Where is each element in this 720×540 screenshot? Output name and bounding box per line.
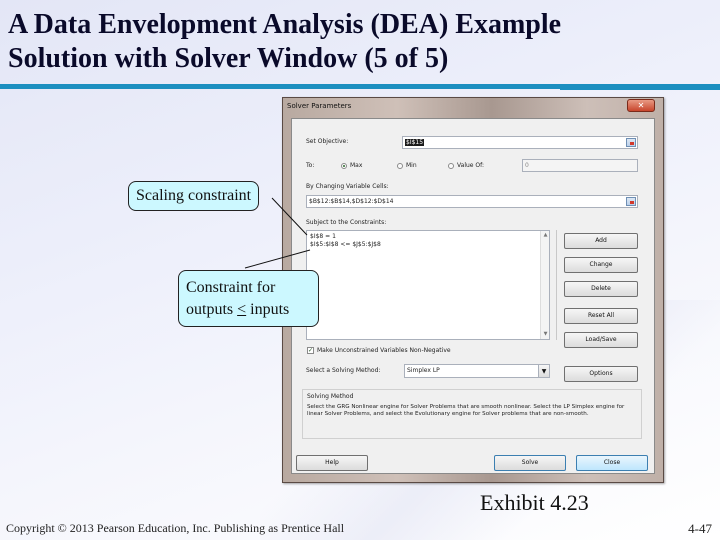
range-select-icon[interactable] xyxy=(626,138,636,147)
options-button[interactable]: Options xyxy=(564,366,638,382)
nonnegative-label: Make Unconstrained Variables Non-Negativ… xyxy=(317,347,451,354)
radio-min[interactable] xyxy=(397,163,403,169)
constraints-label: Subject to the Constraints: xyxy=(306,219,387,226)
outputs-callout-suffix: inputs xyxy=(246,301,290,318)
help-button[interactable]: Help xyxy=(296,455,368,471)
load-save-button[interactable]: Load/Save xyxy=(564,332,638,348)
solving-method-select[interactable]: Simplex LP ▼ xyxy=(404,364,550,378)
radio-value-of-label: Value Of: xyxy=(457,162,485,169)
set-objective-label: Set Objective: xyxy=(306,138,349,145)
copyright-notice: Copyright © 2013 Pearson Education, Inc.… xyxy=(6,521,345,535)
outputs-callout-line1: Constraint for xyxy=(186,279,276,296)
reset-all-button[interactable]: Reset All xyxy=(564,308,638,324)
solving-method-group-title: Solving Method xyxy=(307,393,354,400)
scaling-callout-text: Scaling constraint xyxy=(136,187,252,204)
title-divider-extension xyxy=(560,88,720,90)
page-number: 4-47 xyxy=(688,521,712,536)
solving-method-label: Select a Solving Method: xyxy=(306,367,381,374)
scaling-constraint-callout: Scaling constraint xyxy=(128,181,260,211)
slide-title-line2: Solution with Solver Window (5 of 5) xyxy=(8,43,449,74)
constraint-item[interactable]: $I$8 = 1 xyxy=(310,233,546,241)
changing-cells-input[interactable]: $B$12:$B$14,$D$12:$D$14 xyxy=(306,195,638,208)
to-label: To: xyxy=(306,162,315,169)
close-icon[interactable]: ✕ xyxy=(627,99,655,112)
less-equal-symbol: < xyxy=(237,301,247,318)
radio-max-label: Max xyxy=(350,162,363,169)
chevron-down-icon[interactable]: ▼ xyxy=(538,365,549,377)
outputs-constraint-callout: Constraint for outputs < inputs xyxy=(178,270,319,327)
scroll-up-icon[interactable]: ▲ xyxy=(541,231,550,240)
outputs-callout-prefix: outputs xyxy=(186,301,238,318)
constraints-list[interactable]: $I$8 = 1 $I$5:$I$8 <= $J$5:$J$8 ▲ ▼ xyxy=(306,230,550,340)
radio-value-of[interactable] xyxy=(448,163,454,169)
solving-method-description: Select the GRG Nonlinear engine for Solv… xyxy=(307,404,625,417)
constraints-scrollbar[interactable]: ▲ ▼ xyxy=(540,231,549,339)
solver-parameters-dialog: Solver Parameters ✕ Set Objective: $I$15… xyxy=(282,97,664,483)
dialog-title: Solver Parameters xyxy=(287,102,352,110)
constraint-item[interactable]: $I$5:$I$8 <= $J$5:$J$8 xyxy=(310,241,546,249)
radio-min-label: Min xyxy=(406,162,417,169)
set-objective-value: $I$15 xyxy=(405,139,425,146)
add-button[interactable]: Add xyxy=(564,233,638,249)
scroll-down-icon[interactable]: ▼ xyxy=(541,330,550,339)
set-objective-input[interactable]: $I$15 xyxy=(402,136,638,149)
solve-button[interactable]: Solve xyxy=(494,455,566,471)
changing-cells-label: By Changing Variable Cells: xyxy=(306,183,389,190)
range-select-icon[interactable] xyxy=(626,197,636,206)
exhibit-label: Exhibit 4.23 xyxy=(480,490,589,515)
radio-max[interactable] xyxy=(341,163,347,169)
slide-title: A Data Envelopment Analysis (DEA) Exampl… xyxy=(8,8,708,76)
nonnegative-checkbox[interactable]: ✓ xyxy=(307,347,314,354)
outputs-callout-line2: outputs < inputs xyxy=(186,299,311,321)
change-button[interactable]: Change xyxy=(564,257,638,273)
solving-method-group: Solving Method Select the GRG Nonlinear … xyxy=(302,389,642,439)
delete-button[interactable]: Delete xyxy=(564,281,638,297)
value-of-input[interactable]: 0 xyxy=(522,159,638,172)
dialog-body: Set Objective: $I$15 To: Max Min Value O… xyxy=(291,118,655,474)
divider xyxy=(556,230,557,340)
close-button[interactable]: Close xyxy=(576,455,648,471)
solving-method-value: Simplex LP xyxy=(407,367,440,374)
changing-cells-value: $B$12:$B$14,$D$12:$D$14 xyxy=(309,198,394,205)
slide-title-line1: A Data Envelopment Analysis (DEA) Exampl… xyxy=(8,9,562,40)
